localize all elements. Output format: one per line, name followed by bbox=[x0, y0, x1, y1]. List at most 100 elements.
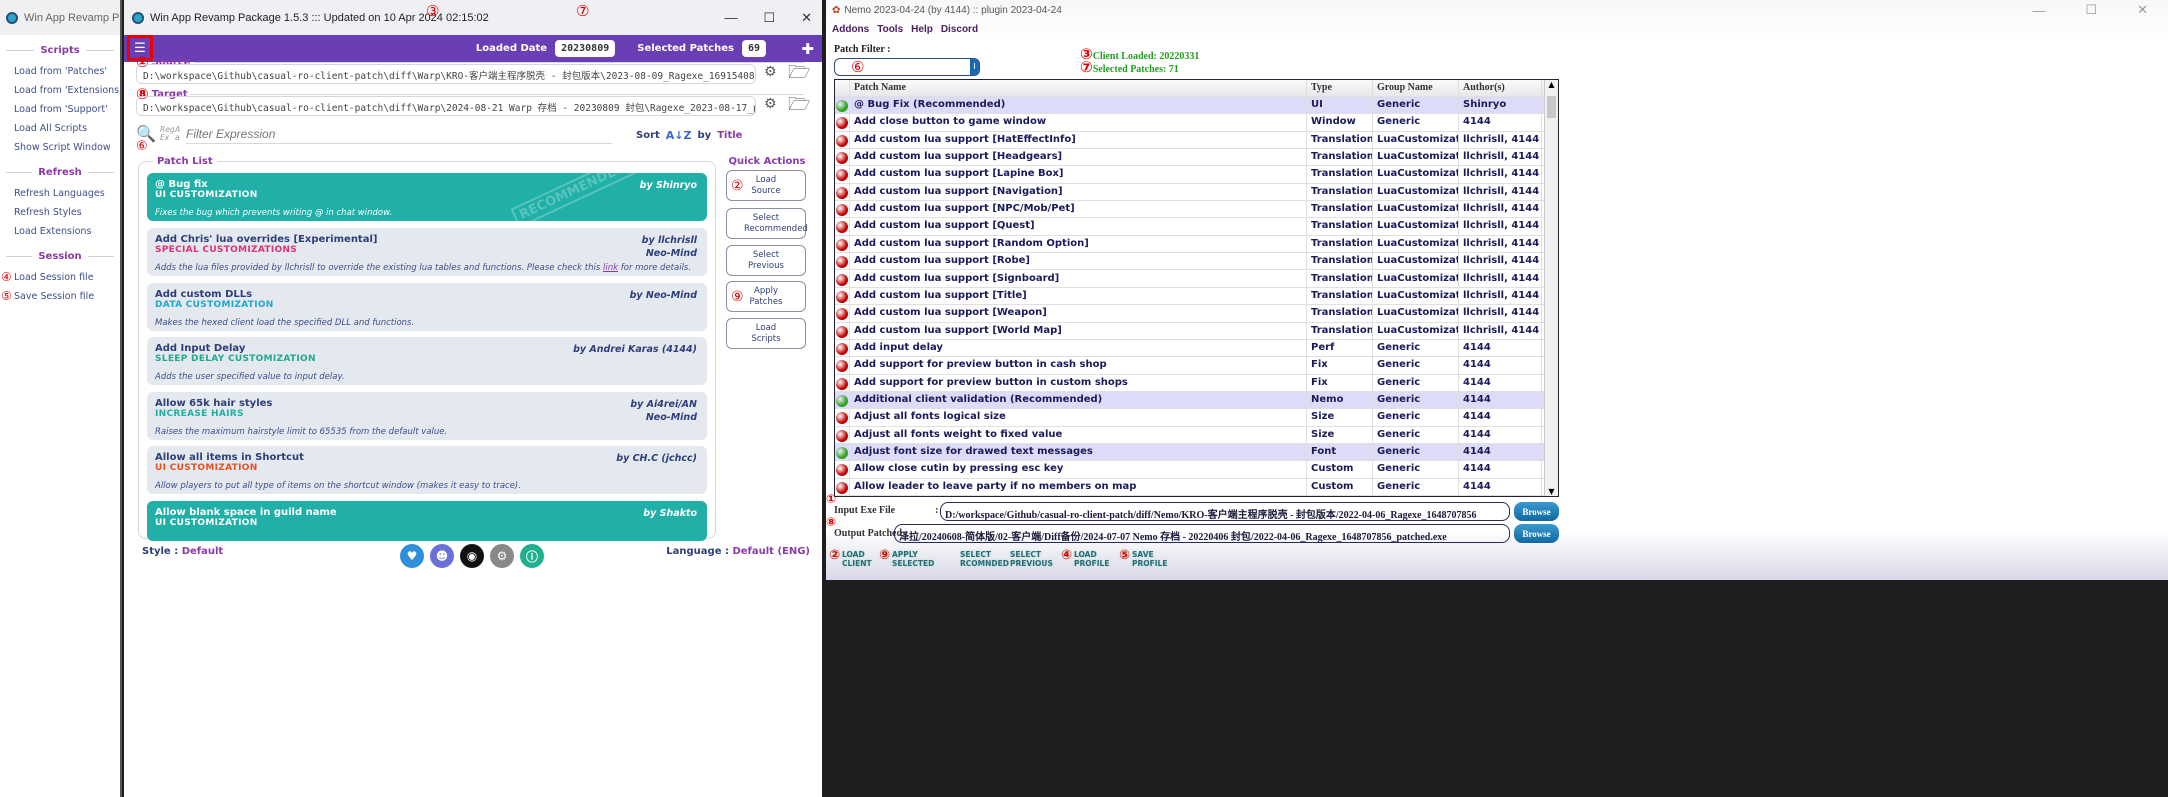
disabled-status-icon[interactable] bbox=[836, 412, 848, 425]
patch-item[interactable]: Add custom DLLs DATA CUSTOMIZATION Makes t… bbox=[147, 283, 707, 331]
table-row[interactable]: Adjust font size for drawed text message… bbox=[835, 444, 1545, 462]
disabled-status-icon[interactable] bbox=[836, 273, 848, 286]
table-row[interactable]: Add support for preview button in cash s… bbox=[835, 357, 1545, 375]
menu-help[interactable]: Help bbox=[911, 24, 933, 35]
nemo-action-button[interactable]: SELECT RCOMNDED bbox=[960, 550, 1012, 568]
patch-link[interactable]: link bbox=[603, 263, 618, 273]
disabled-status-icon[interactable] bbox=[836, 256, 848, 269]
sidebar-item[interactable]: Load from 'Extensions' bbox=[0, 81, 122, 100]
output-patched-field[interactable]: 泽拉/20240608-简体版/02-客户端/Diff备份/2024-07-07… bbox=[894, 524, 1510, 543]
language-value[interactable]: Default (ENG) bbox=[732, 546, 810, 557]
filter-input[interactable] bbox=[186, 124, 612, 144]
nemo-action-button[interactable]: ⑤ SAVE PROFILE bbox=[1119, 549, 1184, 568]
table-row[interactable]: Add close button to game window Window Gen… bbox=[835, 114, 1545, 132]
status-cell[interactable] bbox=[835, 322, 850, 339]
disabled-status-icon[interactable] bbox=[836, 221, 848, 234]
status-cell[interactable] bbox=[835, 426, 850, 443]
patch-item[interactable]: Allow 65k hair styles INCREASE HAIRS Raise… bbox=[147, 392, 707, 440]
input-exe-field[interactable]: D:/workspace/Github/casual-ro-client-pat… bbox=[940, 502, 1510, 521]
patch-item[interactable]: Allow blank space in guild name UI CUSTOM… bbox=[147, 501, 707, 541]
status-cell[interactable] bbox=[835, 270, 850, 287]
extensions-puzzle-icon[interactable]: ✚ bbox=[801, 40, 814, 58]
column-header-name[interactable]: Patch Name bbox=[850, 80, 1307, 96]
scroll-up-icon[interactable]: ▲ bbox=[1545, 80, 1558, 94]
table-row[interactable]: Add custom lua support [HatEffectInfo] Tr… bbox=[835, 131, 1545, 150]
regex-toggle[interactable]: Reg Ex bbox=[160, 126, 176, 142]
disabled-status-icon[interactable] bbox=[836, 117, 848, 130]
target-path-field[interactable]: D:\workspace\Github\casual-ro-client-pat… bbox=[136, 96, 756, 116]
disabled-status-icon[interactable] bbox=[836, 204, 848, 217]
status-cell[interactable] bbox=[835, 305, 850, 322]
source-path-field[interactable]: D:\workspace\Github\casual-ro-client-pat… bbox=[136, 64, 756, 84]
quick-action-button[interactable]: Select Recommended bbox=[726, 208, 808, 239]
enabled-status-icon[interactable] bbox=[836, 447, 848, 459]
status-cell[interactable] bbox=[835, 218, 850, 235]
table-row[interactable]: Add custom lua support [Robe] Translation… bbox=[835, 253, 1545, 271]
table-row[interactable]: Allow close cutin by pressing esc key Cus… bbox=[835, 461, 1545, 479]
disabled-status-icon[interactable] bbox=[836, 377, 848, 390]
quick-action-button[interactable]: Load Scripts bbox=[726, 318, 806, 349]
status-cell[interactable] bbox=[835, 253, 850, 270]
patch-item[interactable]: Add Chris' lua overrides [Experimental] S… bbox=[147, 228, 707, 276]
status-cell[interactable] bbox=[835, 131, 850, 149]
status-cell[interactable] bbox=[835, 374, 850, 391]
style-selector[interactable]: Style : Default bbox=[142, 546, 223, 557]
disabled-status-icon[interactable] bbox=[836, 360, 848, 373]
status-cell[interactable] bbox=[835, 339, 850, 357]
sort-az-icon[interactable]: A↓Z bbox=[666, 129, 692, 142]
sort-control[interactable]: Sort A↓Z by Title bbox=[636, 129, 742, 142]
disabled-status-icon[interactable] bbox=[836, 134, 848, 147]
disabled-status-icon[interactable] bbox=[836, 481, 848, 494]
scroll-down-icon[interactable]: ▼ bbox=[1545, 487, 1558, 496]
minimize-button[interactable]: — bbox=[724, 10, 737, 25]
disabled-status-icon[interactable] bbox=[836, 342, 848, 355]
close-button[interactable]: ✕ bbox=[2137, 2, 2148, 18]
disabled-status-icon[interactable] bbox=[836, 238, 848, 251]
status-cell[interactable] bbox=[835, 235, 850, 253]
github-icon[interactable]: ◉ bbox=[460, 544, 484, 568]
close-button[interactable]: ✕ bbox=[801, 10, 812, 26]
disabled-status-icon[interactable] bbox=[836, 308, 848, 321]
sidebar-item[interactable]: Load All Scripts bbox=[0, 119, 120, 138]
source-folder-icon[interactable]: 🗁 bbox=[788, 60, 810, 90]
discord-icon[interactable]: ☻ bbox=[430, 544, 454, 568]
menu-tools[interactable]: Tools bbox=[877, 24, 903, 35]
sidebar-item[interactable]: ④ Load Session file bbox=[0, 268, 120, 287]
scroll-thumb[interactable] bbox=[1547, 96, 1556, 118]
patch-filter-input[interactable]: ⑥ I bbox=[834, 58, 980, 76]
output-browse-button[interactable]: Browse bbox=[1514, 524, 1559, 543]
maximize-button[interactable]: ☐ bbox=[763, 10, 775, 26]
language-selector[interactable]: Language : Default (ENG) bbox=[666, 546, 810, 557]
case-toggle[interactable]: A a bbox=[175, 126, 183, 142]
status-cell[interactable] bbox=[835, 183, 850, 201]
table-row[interactable]: Add custom lua support [Lapine Box] Trans… bbox=[835, 166, 1545, 184]
status-cell[interactable] bbox=[835, 114, 850, 131]
status-cell[interactable] bbox=[835, 287, 850, 305]
sidebar-item[interactable]: Load Extensions bbox=[0, 222, 120, 241]
patch-item[interactable]: Add Input Delay SLEEP DELAY CUSTOMIZATION… bbox=[147, 337, 707, 385]
menu-discord[interactable]: Discord bbox=[941, 24, 978, 35]
column-header-group[interactable]: Group Name bbox=[1373, 80, 1459, 96]
sidebar-item[interactable]: Show Script Window bbox=[0, 138, 120, 157]
settings-icon[interactable]: ⚙ bbox=[490, 544, 514, 568]
column-header-type[interactable]: Type bbox=[1307, 80, 1373, 96]
table-row[interactable]: Adjust all fonts logical size Size Generic… bbox=[835, 409, 1545, 427]
quick-action-button[interactable]: ② Load Source bbox=[726, 170, 806, 201]
table-row[interactable]: @ Bug Fix (Recommended) UI Generic Shinryo bbox=[835, 97, 1545, 115]
sidebar-item[interactable]: Load from 'Patches' bbox=[0, 62, 120, 81]
kofi-icon[interactable]: ♥ bbox=[400, 544, 424, 568]
sort-field[interactable]: Title bbox=[717, 130, 742, 141]
table-row[interactable]: Allow leader to leave party if no member… bbox=[835, 478, 1545, 496]
source-settings-icon[interactable]: ⚙ bbox=[764, 64, 777, 80]
status-cell[interactable] bbox=[835, 149, 850, 166]
disabled-status-icon[interactable] bbox=[836, 152, 848, 165]
patch-item[interactable]: Allow all items in Shortcut UI CUSTOMIZAT… bbox=[147, 446, 707, 494]
disabled-status-icon[interactable] bbox=[836, 186, 848, 199]
table-row[interactable]: Add custom lua support [Signboard] Transl… bbox=[835, 270, 1545, 288]
disabled-status-icon[interactable] bbox=[836, 429, 848, 442]
target-folder-icon[interactable]: 🗁 bbox=[788, 92, 810, 122]
style-value[interactable]: Default bbox=[182, 546, 224, 557]
status-cell[interactable] bbox=[835, 478, 850, 496]
table-row[interactable]: Adjust all fonts weight to fixed value Si… bbox=[835, 426, 1545, 444]
quick-action-button[interactable]: Select Previous bbox=[726, 245, 806, 276]
